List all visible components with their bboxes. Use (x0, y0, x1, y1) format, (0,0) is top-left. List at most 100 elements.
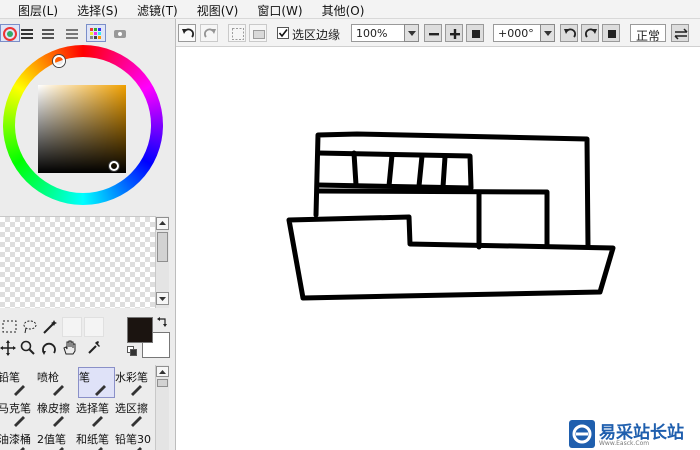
brush-watercolor[interactable]: 水彩笔 (114, 367, 153, 398)
top-toolbar: 选区边缘 100% +000° 正常 (176, 19, 700, 47)
rotation-field[interactable]: +000° (493, 24, 545, 42)
swatch-area[interactable] (0, 216, 155, 308)
airbrush-icon (53, 385, 64, 396)
rotate-tool[interactable] (39, 338, 59, 358)
empty-tool-slot (84, 317, 104, 337)
rotate-icon (42, 342, 56, 355)
zoom-out-button[interactable] (424, 24, 442, 42)
zoom-reset-button[interactable] (466, 24, 484, 42)
watermark-e-icon (572, 424, 592, 444)
brush-scroll-thumb[interactable] (157, 379, 168, 387)
swap-colors-icon[interactable] (157, 316, 169, 328)
rgb-slider-icon (21, 29, 33, 39)
scroll-up-button[interactable] (156, 217, 169, 230)
watercolor-icon (131, 385, 142, 396)
rect-select-icon (2, 320, 17, 333)
menu-layer[interactable]: 图层(L) (18, 0, 58, 18)
hsv-slider-tab[interactable] (38, 24, 58, 42)
select-pen-icon (92, 416, 103, 427)
brush-select-pen[interactable]: 选择笔 (75, 398, 114, 429)
watermark: 易采站长站 Www.Easck.Com (565, 418, 700, 450)
brush-pencil30[interactable]: 铅笔30 (114, 429, 153, 450)
pencil30-icon (137, 447, 142, 450)
lasso-tool[interactable] (20, 317, 40, 337)
menu-filter[interactable]: 滤镜(T) (137, 0, 178, 18)
watermark-logo (569, 420, 595, 448)
menu-select[interactable]: 选择(S) (77, 0, 118, 18)
brush-binary-pen[interactable]: 2值笔 (36, 429, 75, 450)
brush-pen[interactable]: 笔 (78, 367, 115, 398)
washi-pen-icon (98, 447, 103, 450)
brush-eraser[interactable]: 橡皮擦 (36, 398, 75, 429)
menu-view[interactable]: 视图(V) (197, 0, 239, 18)
deselect-button[interactable] (228, 24, 246, 42)
brush-bucket[interactable]: 油漆桶 (0, 429, 36, 450)
hue-marker[interactable] (53, 55, 65, 67)
rotate-cw-button[interactable] (581, 24, 599, 42)
eyedropper-tool[interactable] (84, 338, 104, 358)
scroll-thumb[interactable] (157, 232, 168, 262)
rotate-ccw-icon (564, 28, 576, 38)
pen-icon (95, 385, 106, 396)
arrow-down-icon (159, 297, 166, 301)
brush-scroll-up-button[interactable] (156, 366, 169, 377)
menu-other[interactable]: 其他(O) (322, 0, 365, 18)
brush-select-eraser[interactable]: 选区擦 (114, 398, 153, 429)
color-wheel-icon (3, 27, 17, 41)
scratchpad-tab[interactable] (110, 24, 130, 42)
mixer-tab[interactable] (62, 24, 82, 42)
foreground-color-swatch[interactable] (127, 317, 153, 343)
minus-icon (429, 33, 439, 36)
watermark-subtext: Www.Easck.Com (599, 440, 650, 447)
pencil-icon (14, 385, 25, 396)
brush-airbrush[interactable]: 喷枪 (36, 367, 75, 398)
color-picker-marker[interactable] (109, 161, 119, 171)
marker-icon (14, 416, 25, 427)
zoom-dropdown-button[interactable] (404, 24, 419, 42)
brush-pencil[interactable]: 铅笔 (0, 367, 36, 398)
rotate-ccw-button[interactable] (560, 24, 578, 42)
undo-button[interactable] (178, 24, 196, 42)
invert-selection-icon (253, 30, 265, 39)
drawing-canvas[interactable] (177, 47, 700, 450)
plus-icon (450, 29, 460, 39)
mixer-icon (66, 29, 78, 39)
zoom-tool[interactable] (18, 338, 38, 358)
brush-tool-grid: 铅笔 喷枪笔 水彩笔马克笔 橡皮擦 选择笔 选区擦油漆桶 2值笔 和纸笔 铅笔30 (0, 365, 158, 450)
binary-pen-icon (59, 447, 64, 450)
hand-tool[interactable] (60, 338, 80, 358)
menu-window[interactable]: 窗口(W) (257, 0, 302, 18)
flip-horizontal-button[interactable] (671, 24, 689, 42)
move-tool[interactable] (0, 338, 18, 358)
brush-washi-pen[interactable]: 和纸笔 (75, 429, 114, 450)
brush-marker[interactable]: 马克笔 (0, 398, 36, 429)
magic-wand-tool[interactable] (40, 317, 60, 337)
lasso-icon (23, 320, 37, 334)
swatch-scrollbar[interactable] (155, 216, 169, 308)
reset-colors-icon[interactable] (127, 346, 138, 357)
scroll-down-button[interactable] (156, 292, 169, 305)
brush-scrollbar[interactable] (155, 365, 169, 450)
undo-icon (182, 28, 194, 38)
hsv-slider-icon (42, 29, 54, 39)
rotate-cw-icon (585, 28, 597, 38)
redo-button[interactable] (200, 24, 218, 42)
hand-icon (63, 340, 76, 355)
brush-label: 笔 (79, 371, 90, 384)
zoom-field[interactable]: 100% (351, 24, 407, 42)
rect-select-tool[interactable] (0, 317, 20, 337)
zoom-in-button[interactable] (445, 24, 463, 42)
rotation-dropdown-button[interactable] (540, 24, 555, 42)
invert-selection-button[interactable] (249, 24, 267, 42)
select-eraser-icon (131, 416, 142, 427)
magic-wand-icon (43, 320, 57, 334)
selection-edge-checkbox[interactable] (277, 27, 289, 39)
rotation-reset-button[interactable] (602, 24, 620, 42)
swatch-tab[interactable] (86, 24, 106, 42)
blend-mode-field[interactable]: 正常 (630, 24, 666, 43)
rgb-slider-tab[interactable] (17, 24, 37, 42)
scratchpad-icon (114, 30, 126, 38)
empty-tool-slot (62, 317, 82, 337)
flip-horizontal-icon (674, 28, 688, 40)
saturation-value-square[interactable] (38, 85, 126, 173)
